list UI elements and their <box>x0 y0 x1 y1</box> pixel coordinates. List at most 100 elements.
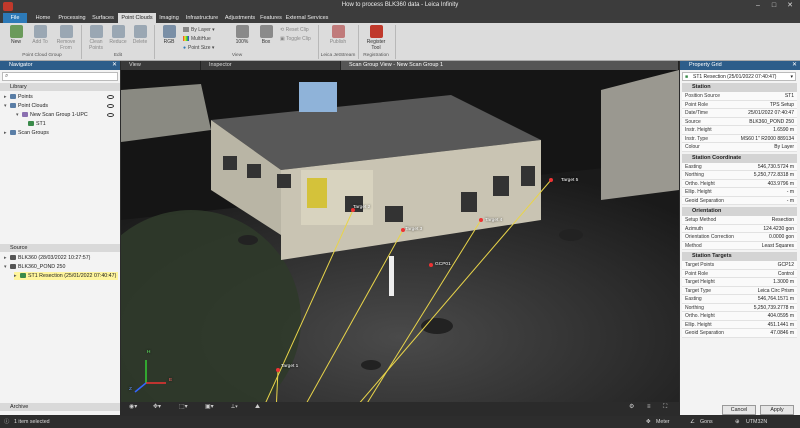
archive-section[interactable]: Archive <box>0 403 120 411</box>
selected-object-dropdown[interactable]: ■ ST1 Resection (25/01/2022 07:40:47) ▾ <box>682 72 796 81</box>
property-row[interactable]: Ortho. Height 404.0595 m <box>682 312 797 321</box>
terrain-icon[interactable]: ⛰ <box>255 402 260 413</box>
tab-file[interactable]: File <box>3 13 27 23</box>
tab-adjustments[interactable]: Adjustments <box>222 13 258 23</box>
property-row[interactable]: Ellip. Height 451.1441 m <box>682 320 797 329</box>
reset-clip-button[interactable]: ⟲ Reset Clip <box>280 26 309 34</box>
property-row[interactable]: Geoid Separation 47.0846 m <box>682 329 797 338</box>
property-row[interactable]: Point Role TPS Setup <box>682 100 797 109</box>
property-row[interactable]: Orientation Correction 0.0000 gon <box>682 233 797 242</box>
tab-view[interactable]: View <box>121 61 201 70</box>
tree-item-point-clouds[interactable]: ▾ Point Clouds <box>4 102 48 110</box>
cube-icon[interactable]: ▣▾ <box>205 402 214 413</box>
angle-unit-dropdown[interactable]: Gons <box>700 416 713 428</box>
property-row[interactable]: Ellip. Height - m <box>682 188 797 197</box>
tab-features[interactable]: Features <box>258 13 284 23</box>
property-row[interactable]: Target Points GCP12 <box>682 261 797 270</box>
property-row[interactable]: Position Source ST1 <box>682 92 797 101</box>
source-section[interactable]: Source <box>0 244 120 252</box>
publish-button[interactable]: Publish <box>324 25 352 53</box>
tab-external-services[interactable]: External Services <box>284 13 330 23</box>
delete-button[interactable]: Delete <box>128 25 152 53</box>
reduce-button[interactable]: Reduce <box>106 25 130 53</box>
library-section[interactable]: Library <box>0 83 120 91</box>
apply-button[interactable]: Apply <box>760 405 794 415</box>
tab-scan-group-view[interactable]: Scan Group View - New Scan Group 1 <box>341 61 679 70</box>
clean-points-button[interactable]: Clean Points <box>84 25 108 53</box>
tab-infrastructure[interactable]: Infrastructure <box>182 13 222 23</box>
minimize-icon[interactable]: – <box>752 1 764 11</box>
tab-imaging[interactable]: Imaging <box>156 13 182 23</box>
close-panel-icon[interactable]: ✕ <box>112 61 117 70</box>
property-row[interactable]: Easting 546,764.1571 m <box>682 295 797 304</box>
tab-home[interactable]: Home <box>30 13 56 23</box>
section-station[interactable]: Station <box>682 83 797 92</box>
tab-processing[interactable]: Processing <box>56 13 88 23</box>
camera-icon[interactable]: ⬚▾ <box>179 402 188 413</box>
property-row[interactable]: Date/Time 25/01/2022 07:40:47 <box>682 109 797 118</box>
remove-from-button[interactable]: Remove From <box>52 25 80 53</box>
layers-icon[interactable]: ≡ <box>647 402 651 413</box>
tab-inspector[interactable]: Inspector <box>201 61 341 70</box>
box-button[interactable]: Box <box>254 25 278 53</box>
target-marker[interactable] <box>549 178 553 182</box>
property-row[interactable]: Instr. Type MS60 1" R2000 889134 <box>682 134 797 143</box>
view-mode-icon[interactable]: ◉▾ <box>129 402 137 413</box>
scan-group-viewport[interactable]: View Inspector Scan Group View - New Sca… <box>121 61 679 413</box>
fullscreen-icon[interactable]: ⛶ <box>663 402 667 413</box>
search-input[interactable]: ⌕ <box>2 72 118 81</box>
property-row[interactable]: Setup Method Resection <box>682 216 797 225</box>
maximize-icon[interactable]: □ <box>768 1 780 11</box>
property-row[interactable]: Point Role Control <box>682 269 797 278</box>
source-item-st1-resection[interactable]: ▸ ST1 Resection (25/01/2022 07:40:47) <box>14 272 118 280</box>
property-row[interactable]: Northing 5,250,772.8318 m <box>682 171 797 180</box>
property-row[interactable]: Instr. Height 1.6590 m <box>682 126 797 135</box>
tree-item-new-scan-group[interactable]: ▾ New Scan Group 1-UPC <box>16 111 88 119</box>
property-value: 47.0846 m <box>770 330 794 336</box>
point-size-option[interactable]: ● Point Size ▾ <box>183 44 214 52</box>
multihue-option[interactable]: MultiHue <box>183 35 211 43</box>
close-panel-icon[interactable]: ✕ <box>792 61 797 70</box>
target-marker[interactable] <box>276 368 280 372</box>
length-unit-dropdown[interactable]: Meter <box>656 416 670 428</box>
rgb-button[interactable]: RGB <box>157 25 181 53</box>
new-button[interactable]: New <box>4 25 28 53</box>
tab-surfaces[interactable]: Surfaces <box>88 13 118 23</box>
property-row[interactable]: Northing 5,250,739.2778 m <box>682 303 797 312</box>
toggle-clip-button[interactable]: ▣ Toggle Clip <box>280 35 311 43</box>
property-row[interactable]: Azimuth 124.4230 gon <box>682 224 797 233</box>
tree-item-scan-groups[interactable]: ▸ Scan Groups <box>4 129 49 137</box>
tree-item-st1[interactable]: ST1 <box>28 120 46 128</box>
property-row[interactable]: Method Least Squares <box>682 241 797 250</box>
navigate-icon[interactable]: ✥▾ <box>153 402 161 413</box>
section-station-targets[interactable]: Station Targets <box>682 252 797 261</box>
settings-icon[interactable]: ⚙ <box>629 402 634 413</box>
property-row[interactable]: Target Type Leica Circ Prism <box>682 286 797 295</box>
visibility-eye-icon[interactable] <box>107 95 114 99</box>
section-orientation[interactable]: Orientation <box>682 207 797 216</box>
visibility-eye-icon[interactable] <box>107 113 114 117</box>
gcp-marker[interactable] <box>429 263 433 267</box>
crs-dropdown[interactable]: UTM32N <box>746 416 767 428</box>
source-item-blk360[interactable]: ▸ BLK360 (28/03/2022 10:27:57) <box>4 254 90 262</box>
property-row[interactable]: Geoid Separation - m <box>682 196 797 205</box>
register-tool-button[interactable]: Register Tool <box>362 25 390 53</box>
target-marker[interactable] <box>479 218 483 222</box>
source-item-blk360-pond[interactable]: ▾ BLK360_POND 250 <box>4 263 65 271</box>
property-row[interactable]: Ortho. Height 403.9796 m <box>682 179 797 188</box>
tree-item-points[interactable]: ▸ Points <box>4 93 33 101</box>
property-row[interactable]: Easting 546,730.5724 m <box>682 162 797 171</box>
visibility-eye-icon[interactable] <box>107 104 114 108</box>
tab-point-clouds[interactable]: Point Clouds <box>118 13 156 23</box>
property-row[interactable]: Target Height 1.3000 m <box>682 278 797 287</box>
cancel-button[interactable]: Cancel <box>722 405 756 415</box>
point-cloud-scene[interactable] <box>121 70 679 413</box>
measure-icon[interactable]: ⟂▾ <box>231 402 238 413</box>
add-to-button[interactable]: Add To <box>28 25 52 53</box>
zoom-percent-button[interactable]: 100% <box>230 25 254 53</box>
section-station-coordinate[interactable]: Station Coordinate <box>682 153 797 163</box>
property-row[interactable]: Source BLK360_POND 250 <box>682 117 797 126</box>
by-layer-option[interactable]: By Layer ▾ <box>183 26 215 34</box>
property-row[interactable]: Colour By Layer <box>682 143 797 152</box>
close-icon[interactable]: ✕ <box>784 1 796 11</box>
